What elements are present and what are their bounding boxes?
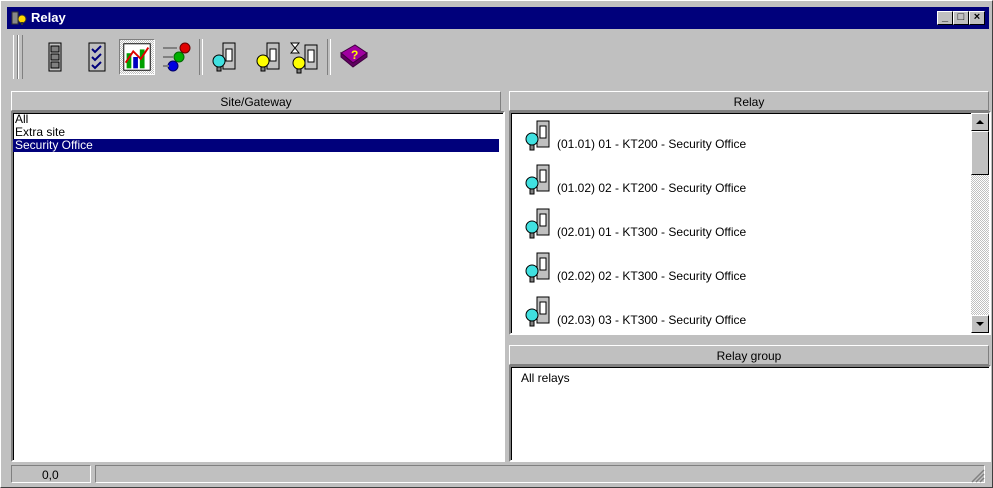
arrow-up-icon xyxy=(976,120,984,124)
relay-item-label: (01.02) 02 - KT200 - Security Office xyxy=(557,181,747,195)
relay-item-label: (02.03) 03 - KT300 - Security Office xyxy=(557,313,747,327)
svg-text:?: ? xyxy=(351,48,358,62)
title-bar[interactable]: Relay _ □ × xyxy=(7,7,989,29)
resize-grip-icon[interactable] xyxy=(971,469,985,483)
toolbar: ? xyxy=(7,31,989,87)
window-title: Relay xyxy=(31,10,66,25)
site-item-all[interactable]: All xyxy=(13,113,503,126)
minimize-button[interactable]: _ xyxy=(937,11,953,25)
checklist-icon[interactable] xyxy=(79,39,115,75)
relay-timer-icon[interactable] xyxy=(287,39,323,75)
site-item-security-office[interactable]: Security Office xyxy=(13,139,499,152)
relay-bulb-icon xyxy=(525,164,550,195)
relay-list-scrollbar[interactable] xyxy=(971,113,989,333)
relay-list[interactable]: (01.01) 01 - KT200 - Security Office (01… xyxy=(509,111,991,335)
toolbar-separator xyxy=(327,39,331,75)
status-coordinates: 0,0 xyxy=(11,465,91,483)
relay-item-label: (01.01) 01 - KT200 - Security Office xyxy=(557,137,747,151)
toolbar-separator xyxy=(199,39,203,75)
relay-item-label: (02.02) 02 - KT300 - Security Office xyxy=(557,269,747,283)
toolbar-grip-2[interactable] xyxy=(18,35,23,79)
relay-group-header[interactable]: Relay group xyxy=(509,345,989,365)
relay-bulb-icon xyxy=(525,296,550,327)
chart-icon[interactable] xyxy=(119,39,155,75)
relay-bulb-icon xyxy=(525,208,550,239)
relay-item-label: (02.01) 01 - KT300 - Security Office xyxy=(557,225,747,239)
status-bar: 0,0 xyxy=(7,463,989,485)
relay-header[interactable]: Relay xyxy=(509,91,989,111)
status-message xyxy=(95,465,985,483)
relay-window: Relay _ □ × ? Site/Gateway All Extra sit… xyxy=(0,0,993,488)
scroll-thumb[interactable] xyxy=(971,131,989,175)
relay-app-icon xyxy=(11,11,27,25)
maximize-button[interactable]: □ xyxy=(953,11,969,25)
relay-group-item-all-relays[interactable]: All relays xyxy=(511,367,989,385)
relay-group-list[interactable]: All relays xyxy=(509,365,991,462)
scroll-up-button[interactable] xyxy=(971,113,989,131)
relay-column-icon[interactable] xyxy=(37,39,73,75)
relay-bulb-yellow-icon[interactable] xyxy=(251,39,287,75)
relay-bulb-icon[interactable] xyxy=(207,39,243,75)
site-gateway-header[interactable]: Site/Gateway xyxy=(11,91,501,111)
help-book-icon[interactable]: ? xyxy=(335,39,371,75)
arrow-down-icon xyxy=(976,322,984,326)
relay-bulb-icon xyxy=(525,252,550,283)
scroll-down-button[interactable] xyxy=(971,315,989,333)
site-gateway-list[interactable]: All Extra site Security Office xyxy=(11,111,505,462)
traffic-lights-icon[interactable] xyxy=(159,39,195,75)
close-button[interactable]: × xyxy=(969,11,985,25)
relay-bulb-icon xyxy=(525,120,550,151)
